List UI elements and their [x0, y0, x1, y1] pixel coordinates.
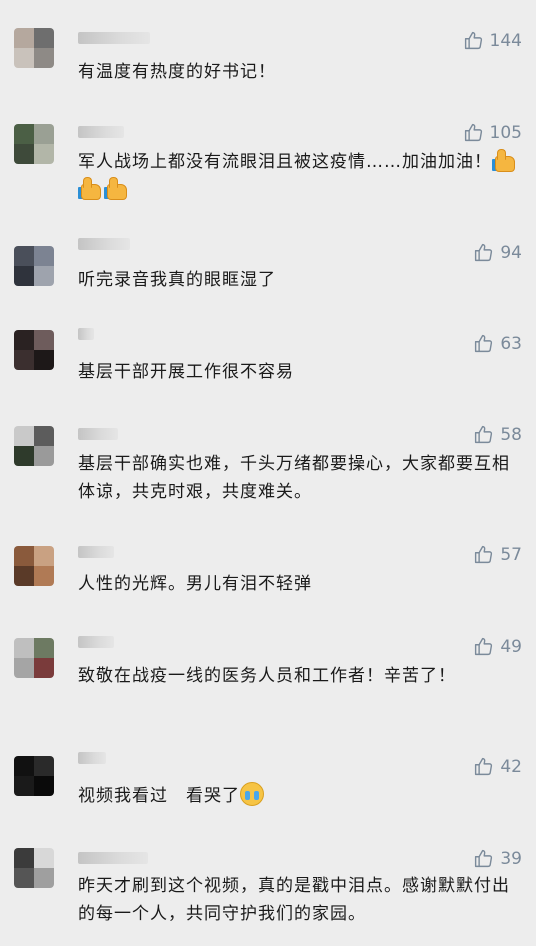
like-button[interactable]: 144: [463, 30, 522, 51]
crying-face-emoji: [240, 782, 264, 806]
nickname-blurred[interactable]: [78, 852, 148, 864]
thumbs-up-emoji: [104, 177, 128, 200]
like-count: 49: [500, 636, 522, 657]
avatar[interactable]: [14, 330, 54, 370]
comment-text-content: 军人战场上都没有流眼泪且被这疫情……加油加油！: [78, 152, 492, 172]
nickname-blurred[interactable]: [78, 32, 150, 44]
comment-text-content: 视频我看过 看哭了: [78, 786, 240, 806]
nickname-blurred[interactable]: [78, 546, 114, 558]
thumbs-up-outline-icon: [473, 424, 494, 445]
nickname-blurred[interactable]: [78, 328, 94, 340]
like-button[interactable]: 42: [473, 756, 522, 777]
thumbs-up-emoji: [78, 177, 102, 200]
like-button[interactable]: 39: [473, 848, 522, 869]
like-count: 94: [500, 242, 522, 263]
thumbs-up-outline-icon: [463, 122, 484, 143]
comment-text: 视频我看过 看哭了: [78, 782, 518, 810]
avatar[interactable]: [14, 124, 54, 164]
thumbs-up-outline-icon: [473, 756, 494, 777]
like-count: 57: [500, 544, 522, 565]
comment-text: 听完录音我真的眼眶湿了: [78, 270, 276, 290]
nickname-blurred[interactable]: [78, 752, 106, 764]
avatar[interactable]: [14, 426, 54, 466]
avatar[interactable]: [14, 638, 54, 678]
nickname-blurred[interactable]: [78, 238, 130, 250]
avatar[interactable]: [14, 756, 54, 796]
comment-text: 昨天才刷到这个视频，真的是戳中泪点。感谢默默付出的每一个人，共同守护我们的家园。: [78, 876, 510, 924]
thumbs-up-outline-icon: [463, 30, 484, 51]
like-button[interactable]: 94: [473, 242, 522, 263]
avatar[interactable]: [14, 546, 54, 586]
thumbs-up-outline-icon: [473, 544, 494, 565]
like-button[interactable]: 57: [473, 544, 522, 565]
thumbs-up-outline-icon: [473, 636, 494, 657]
like-button[interactable]: 49: [473, 636, 522, 657]
nickname-blurred[interactable]: [78, 636, 114, 648]
like-count: 63: [500, 333, 522, 354]
thumbs-up-outline-icon: [473, 333, 494, 354]
like-button[interactable]: 105: [463, 122, 522, 143]
thumbs-up-outline-icon: [473, 242, 494, 263]
like-count: 39: [500, 848, 522, 869]
like-count: 105: [489, 122, 522, 143]
thumbs-up-outline-icon: [473, 848, 494, 869]
like-count: 42: [500, 756, 522, 777]
avatar[interactable]: [14, 848, 54, 888]
comment-text: 军人战场上都没有流眼泪且被这疫情……加油加油！: [78, 148, 518, 204]
like-count: 144: [489, 30, 522, 51]
thumbs-up-emoji: [492, 149, 516, 172]
nickname-blurred[interactable]: [78, 428, 118, 440]
comment-text: 致敬在战疫一线的医务人员和工作者！辛苦了！: [78, 666, 456, 686]
comment-text: 基层干部开展工作很不容易: [78, 362, 294, 382]
comment-text: 有温度有热度的好书记！: [78, 62, 276, 82]
avatar[interactable]: [14, 246, 54, 286]
like-button[interactable]: 63: [473, 333, 522, 354]
avatar[interactable]: [14, 28, 54, 68]
comment-text: 人性的光辉。男儿有泪不轻弹: [78, 574, 312, 594]
like-button[interactable]: 58: [473, 424, 522, 445]
comment-text: 基层干部确实也难，千头万绪都要操心，大家都要互相体谅，共克时艰，共度难关。: [78, 454, 510, 502]
nickname-blurred[interactable]: [78, 126, 124, 138]
like-count: 58: [500, 424, 522, 445]
